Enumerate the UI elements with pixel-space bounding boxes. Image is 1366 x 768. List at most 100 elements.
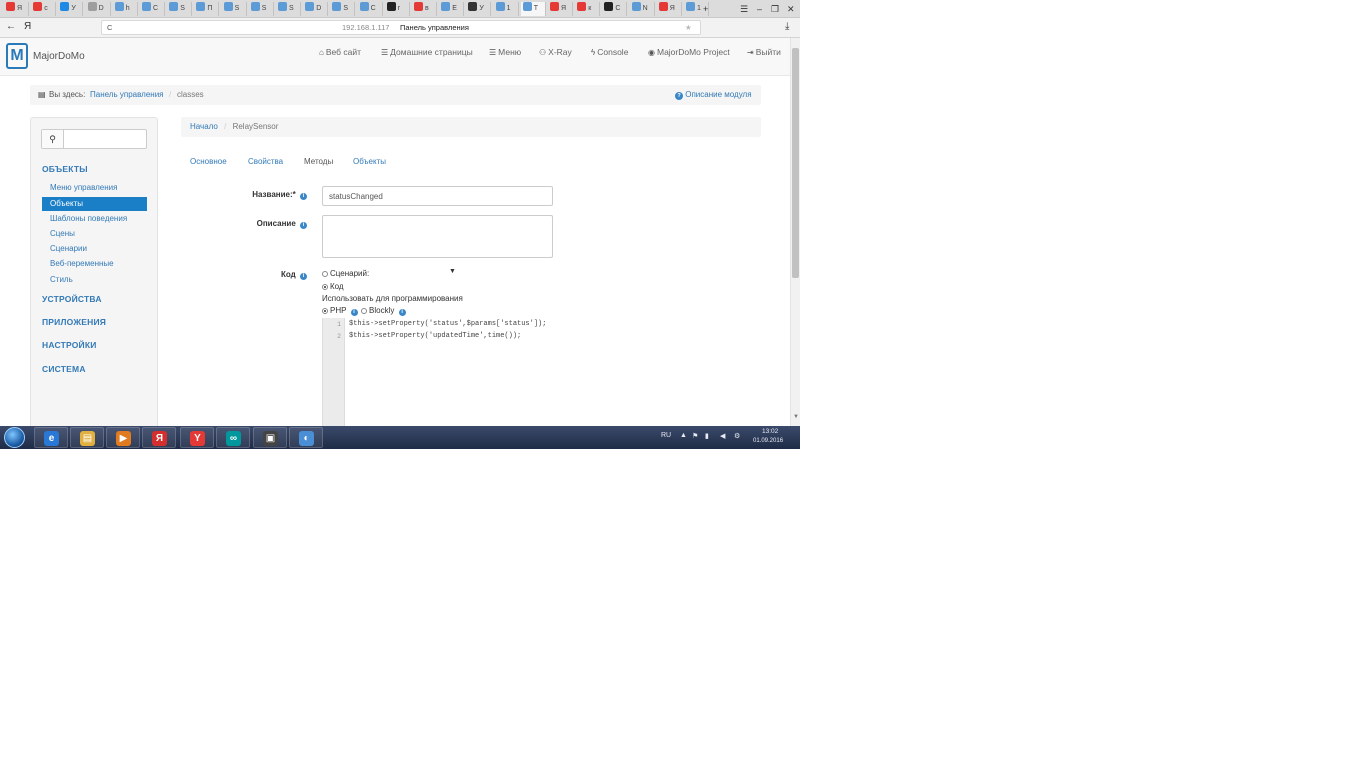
radio-button[interactable] xyxy=(322,283,328,290)
tab-objects[interactable]: Объекты xyxy=(353,157,386,166)
radio-php[interactable]: PHP i xyxy=(322,306,358,316)
clock-date[interactable]: 01.09.2016 xyxy=(753,438,783,444)
tray-volume-icon[interactable]: ◀ xyxy=(720,432,725,440)
sidebar-item-behavior-templates[interactable]: Шаблоны поведения xyxy=(42,212,147,226)
browser-tab[interactable]: h xyxy=(113,2,138,16)
download-icon[interactable]: ⤓ xyxy=(785,21,789,32)
sidebar-item-style[interactable]: Стиль xyxy=(42,273,147,287)
code-line[interactable]: $this->setProperty('status',$params['sta… xyxy=(349,320,546,328)
tray-flag-icon[interactable]: ⚑ xyxy=(692,432,698,440)
description-textarea[interactable] xyxy=(322,215,553,258)
url-field[interactable]: C 192.168.1.117 Панель управления ★ xyxy=(101,20,701,35)
module-help-link[interactable]: ? Описание модуля xyxy=(673,85,752,105)
reload-icon[interactable]: C xyxy=(107,21,112,34)
method-name-input[interactable] xyxy=(322,186,553,206)
sidebar-section-devices[interactable]: УСТРОЙСТВА xyxy=(42,294,102,304)
tab-general[interactable]: Основное xyxy=(190,157,227,166)
sidebar-item-control-menu[interactable]: Меню управления xyxy=(42,181,147,195)
nav-home-pages[interactable]: ☰ Домашние страницы xyxy=(381,47,473,57)
nav-project[interactable]: ◉ MajorDoMo Project xyxy=(648,47,730,57)
browser-tab[interactable]: к xyxy=(575,2,601,16)
browser-tab[interactable]: N xyxy=(630,2,655,16)
code-editor[interactable]: 1 2 $this->setProperty('status',$params[… xyxy=(322,318,790,429)
browser-tab[interactable]: S xyxy=(222,2,247,16)
page-scrollbar[interactable]: ▼ xyxy=(790,38,800,426)
sidebar-item-web-vars[interactable]: Веб-переменные xyxy=(42,257,147,271)
nav-website[interactable]: ⌂ Веб сайт xyxy=(319,47,361,57)
browser-tab[interactable]: У xyxy=(466,2,492,16)
browser-tab[interactable]: E xyxy=(439,2,465,16)
browser-tab[interactable]: S xyxy=(276,2,301,16)
tray-arrow-icon[interactable]: ▲ xyxy=(680,432,687,439)
browser-tab[interactable]: D xyxy=(303,2,329,16)
clock-time[interactable]: 13:02 xyxy=(762,428,778,435)
tab-methods[interactable]: Методы xyxy=(304,157,333,166)
nav-menu[interactable]: ☰ Меню xyxy=(489,47,521,57)
logo-text[interactable]: MajorDoMo xyxy=(33,51,85,62)
breadcrumb-start-link[interactable]: Начало xyxy=(190,122,218,131)
back-icon[interactable]: ← xyxy=(6,21,16,32)
radio-button[interactable] xyxy=(322,270,328,277)
browser-tab[interactable]: C xyxy=(602,2,628,16)
sidebar-item-scenes[interactable]: Сцены xyxy=(42,227,147,241)
start-button-icon[interactable] xyxy=(4,427,25,448)
minimize-icon[interactable]: – xyxy=(757,2,762,16)
language-indicator[interactable]: RU xyxy=(661,432,671,439)
browser-tab[interactable]: У xyxy=(58,2,84,16)
scrollbar-thumb[interactable] xyxy=(792,48,799,278)
browser-tab[interactable]: S xyxy=(249,2,274,16)
close-window-icon[interactable]: ✕ xyxy=(787,2,795,16)
taskbar-app-button[interactable]: ∞ xyxy=(216,427,250,448)
browser-tab[interactable]: C xyxy=(358,2,383,16)
taskbar-app-button[interactable]: Я xyxy=(142,427,176,448)
breadcrumb-home-link[interactable]: Панель управления xyxy=(90,85,164,105)
new-tab-button[interactable]: + xyxy=(703,2,708,16)
logo-icon[interactable]: M xyxy=(6,43,28,69)
browser-tab[interactable]: r xyxy=(385,2,410,16)
radio-button[interactable] xyxy=(322,307,328,314)
restore-icon[interactable]: ❐ xyxy=(771,2,779,16)
radio-button[interactable] xyxy=(361,307,367,314)
browser-tab[interactable]: 1 xyxy=(494,2,519,16)
sidebar-section-objects[interactable]: ОБЪЕКТЫ xyxy=(42,164,88,174)
browser-tab[interactable]: Я xyxy=(548,2,573,16)
browser-tab[interactable]: П xyxy=(194,2,220,16)
browser-tab[interactable]: S xyxy=(330,2,356,16)
sidebar-section-apps[interactable]: ПРИЛОЖЕНИЯ xyxy=(42,317,106,327)
browser-tab[interactable]: C xyxy=(140,2,165,16)
taskbar-app-button[interactable]: ▤ xyxy=(70,427,104,448)
radio-script[interactable]: Сценарий: xyxy=(322,269,369,278)
browser-tab[interactable]: Я xyxy=(4,2,29,16)
tray-network-icon[interactable]: ▮ xyxy=(705,432,709,440)
nav-xray[interactable]: ⚇ X-Ray xyxy=(539,47,572,57)
nav-logout[interactable]: ⇥ Выйти xyxy=(747,47,781,57)
taskbar-app-button[interactable]: Y xyxy=(180,427,214,448)
tray-lang-icon[interactable]: ⚙ xyxy=(734,432,740,440)
code-line[interactable]: $this->setProperty('updatedTime',time())… xyxy=(349,332,521,340)
radio-code[interactable]: Код xyxy=(322,282,344,291)
radio-blockly[interactable]: Blockly i xyxy=(361,306,406,316)
browser-tab[interactable]: Т xyxy=(520,2,546,16)
yandex-button[interactable]: Я xyxy=(24,21,31,32)
script-select-caret-icon[interactable]: ▼ xyxy=(449,268,456,275)
browser-tab[interactable]: Я xyxy=(657,2,682,16)
browser-tab[interactable]: D xyxy=(86,2,111,16)
sidebar-section-settings[interactable]: НАСТРОЙКИ xyxy=(42,340,97,350)
tab-properties[interactable]: Свойства xyxy=(248,157,283,166)
browser-tab[interactable]: с xyxy=(31,2,57,16)
bookmark-star-icon[interactable]: ★ xyxy=(685,21,692,34)
nav-console[interactable]: ϟ Console xyxy=(591,47,628,57)
taskbar-app-button[interactable]: e xyxy=(34,427,68,448)
taskbar-app-button[interactable]: ◐ xyxy=(289,427,323,448)
scroll-down-icon[interactable]: ▼ xyxy=(793,414,799,420)
search-icon[interactable]: ⚲ xyxy=(42,130,64,148)
browser-tab[interactable]: в xyxy=(412,2,437,16)
sidebar-item-objects[interactable]: Объекты xyxy=(42,197,147,211)
sidebar-section-system[interactable]: СИСТЕМА xyxy=(42,364,86,374)
sidebar-item-scripts[interactable]: Сценарии xyxy=(42,242,147,256)
taskbar-app-button[interactable]: ▣ xyxy=(253,427,287,448)
search-input[interactable]: ⚲ xyxy=(41,129,147,149)
browser-tab[interactable]: S xyxy=(167,2,193,16)
taskbar-app-button[interactable]: ▶ xyxy=(106,427,140,448)
browser-menu-icon[interactable]: ☰ xyxy=(740,2,748,16)
